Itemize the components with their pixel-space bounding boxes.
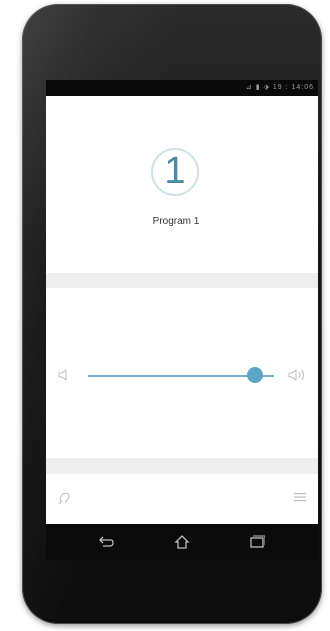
volume-low-icon[interactable] xyxy=(58,368,72,382)
divider-top xyxy=(46,273,318,288)
status-bar: ⊿ ▮ ⬗ 19 : 14:06 xyxy=(46,80,318,96)
home-icon[interactable] xyxy=(174,534,190,550)
bottom-toolbar xyxy=(46,474,318,524)
status-icons: ⊿ ▮ ⬗ 19 : 14:06 xyxy=(245,84,314,91)
program-panel[interactable]: 1 Program 1 xyxy=(46,96,318,273)
program-number: 1 xyxy=(164,150,186,192)
menu-icon[interactable] xyxy=(294,492,306,502)
divider-bottom xyxy=(46,458,318,474)
phone-screen: ⊿ ▮ ⬗ 19 : 14:06 1 Program 1 xyxy=(46,80,318,560)
back-icon[interactable] xyxy=(98,535,114,549)
volume-panel xyxy=(46,288,318,458)
volume-slider-track[interactable] xyxy=(88,375,274,377)
recent-apps-icon[interactable] xyxy=(249,535,265,549)
program-label: Program 1 xyxy=(152,216,200,227)
volume-slider-thumb[interactable] xyxy=(247,367,264,383)
volume-high-icon[interactable] xyxy=(288,368,308,382)
program-circle[interactable]: 1 xyxy=(151,148,199,196)
hearing-icon[interactable] xyxy=(56,488,74,506)
navigation-bar xyxy=(46,524,318,560)
